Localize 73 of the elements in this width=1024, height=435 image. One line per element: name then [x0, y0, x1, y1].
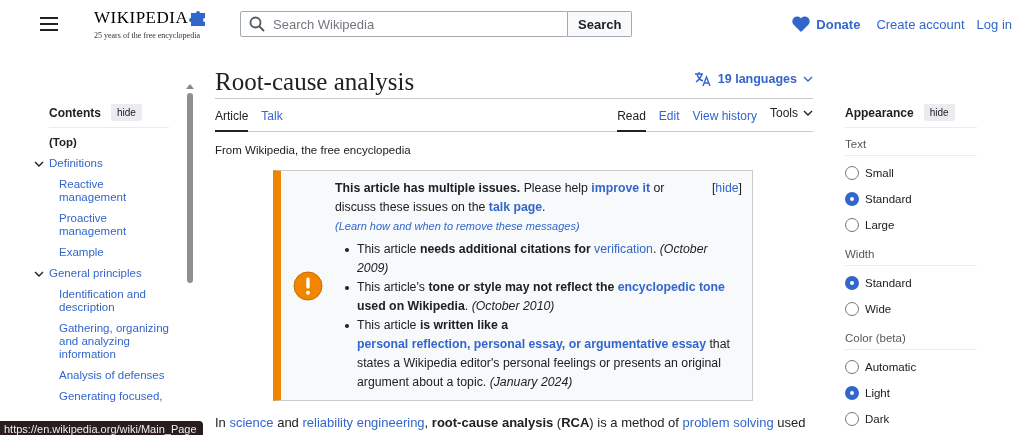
puzzle-icon [189, 10, 208, 26]
radio-option[interactable]: Standard [845, 270, 977, 296]
status-url: https://en.wikipedia.org/wiki/Main_Page [0, 421, 203, 435]
article-paragraph: In science and reliability engineering, root-cause analysis (RCA) is a method of problem solving used [215, 414, 807, 432]
bullet [345, 324, 349, 328]
toc-item[interactable]: Reactive management [59, 178, 169, 204]
tab[interactable]: Read [617, 103, 646, 132]
link[interactable]: personal reflection, personal essay, or argumentative essay [357, 337, 706, 351]
logo-tagline: 25 years of the free encyclopedia [94, 31, 201, 40]
translate-icon [693, 71, 712, 87]
exclamation-icon [293, 270, 323, 301]
link[interactable]: encyclopedic tone [617, 280, 725, 294]
issue-text: This article is written like a personal reflection, personal essay, or argumentative essay that states a Wikipedia editor's personal feelings or presents an original argument about a topic. (January 2024) [357, 317, 731, 391]
section-label: Text [845, 128, 977, 156]
toc-item[interactable]: Proactive management [59, 212, 169, 238]
search-button[interactable]: Search [568, 11, 633, 37]
link[interactable]: reliability engineering [302, 415, 425, 430]
radio-option[interactable]: Small [845, 160, 977, 186]
link[interactable]: science [229, 415, 274, 430]
search-icon [249, 16, 265, 32]
bracket: ] [738, 181, 742, 195]
toc-item[interactable]: General principles [49, 267, 142, 280]
section-label: Width [845, 238, 977, 266]
issue-text: This article's tone or style may not reflect the encyclopedic tone used on Wikipedia. (October 2010) [357, 279, 726, 315]
radio-option[interactable]: Dark [845, 406, 977, 432]
appearance-title: Appearance [845, 105, 914, 120]
radio-option[interactable]: Automatic [845, 354, 977, 380]
radio-button[interactable] [845, 386, 859, 400]
wordmark: WIKIPEDIA [94, 8, 189, 28]
toc-item[interactable]: Generating focused, [59, 390, 163, 403]
tab[interactable]: Edit [658, 103, 680, 132]
radio-button[interactable] [845, 276, 859, 290]
hide-button[interactable]: hide [923, 104, 955, 121]
tab[interactable]: Talk [261, 103, 283, 132]
link[interactable]: (Learn how and when to remove these messages) [335, 220, 580, 232]
radio-option[interactable]: Light [845, 380, 977, 406]
link[interactable]: problem solving [682, 415, 774, 430]
chevron-icon [803, 74, 813, 84]
chevron-icon [803, 108, 813, 118]
radio-option[interactable]: Wide [845, 296, 977, 322]
page-subtitle: From Wikipedia, the free encyclopedia [215, 144, 412, 156]
link[interactable]: verification [594, 242, 653, 256]
section-label: Color (beta) [845, 322, 977, 350]
menu-icon [40, 17, 58, 31]
header-link[interactable]: Create account [876, 16, 965, 32]
wikipedia-logo[interactable]: WIKIPEDIA 25 years of the free encyclopedia [94, 8, 226, 40]
toc-item[interactable]: Gathering, organizing and analyzing information [59, 322, 169, 361]
bullet [345, 248, 349, 252]
radio-button[interactable] [845, 192, 859, 206]
search-field[interactable]: Search Wikipedia [240, 11, 568, 37]
tools-menu-button[interactable]: Tools [770, 103, 813, 132]
hide-link[interactable]: hide [715, 181, 739, 195]
toc-item[interactable]: Analysis of defenses [59, 369, 165, 382]
toc-item[interactable]: Example [59, 246, 104, 259]
toc-item[interactable]: Definitions [49, 157, 103, 170]
bracket: [ [711, 181, 716, 195]
toc-item[interactable]: (Top) [49, 136, 77, 149]
tab[interactable]: View history [692, 103, 757, 132]
bullet [345, 286, 349, 290]
link[interactable]: improve it [591, 181, 651, 195]
radio-option[interactable]: Standard [845, 186, 977, 212]
donate-link[interactable]: Donate [792, 16, 861, 32]
toc-title: Contents [49, 105, 101, 120]
radio-option[interactable]: Large [845, 212, 977, 238]
languages-button[interactable]: 19 languages [693, 71, 813, 96]
hide-button[interactable]: hide [111, 104, 142, 121]
page-title: Root-cause analysis [215, 68, 415, 96]
header-link[interactable]: Log in [976, 16, 1012, 32]
heart-icon [792, 16, 811, 32]
tab[interactable]: Article [215, 103, 249, 132]
toc-item[interactable]: Identification and description [59, 288, 169, 314]
notice-text: This article has multiple issues. Please help improve it or discuss these issues on the talk page. (Learn how and when to remove these messages) [335, 180, 666, 234]
issue-text: This article needs additional citations for verification. (October 2009) [357, 241, 709, 277]
